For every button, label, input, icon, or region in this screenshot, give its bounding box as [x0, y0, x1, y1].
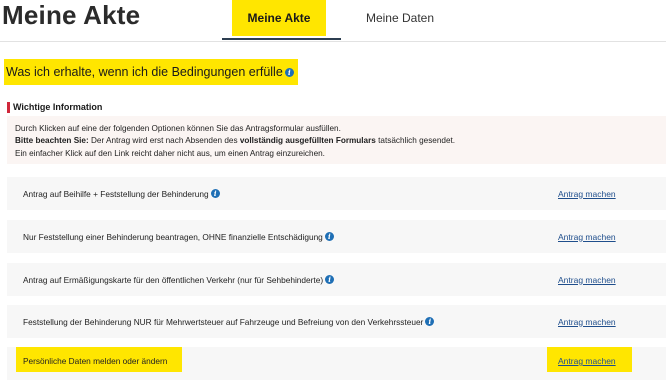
antrag-machen-link[interactable]: Antrag machen — [558, 189, 616, 199]
notice-bold-mid: vollständig ausgefüllten Formulars — [239, 136, 376, 146]
info-icon[interactable]: i — [325, 275, 335, 284]
list-item-label: Feststellung der Behinderung NUR für Meh… — [23, 316, 435, 327]
info-icon[interactable]: i — [284, 67, 294, 77]
header-divider — [0, 41, 666, 42]
list-item-label: Persönliche Daten melden oder ändern — [23, 356, 168, 366]
list-item-text: Antrag auf Beihilfe + Feststellung der B… — [23, 188, 209, 199]
list-item: Nur Feststellung einer Behinderung beant… — [7, 220, 666, 253]
list-item-label: Antrag auf Ermäßigungskarte für den öffe… — [23, 274, 335, 285]
info-icon[interactable]: i — [425, 317, 435, 326]
notice-bold-prefix: Bitte beachten Sie: — [15, 136, 89, 146]
list-item-label: Antrag auf Beihilfe + Feststellung der B… — [23, 189, 220, 199]
notice-line-1: Durch Klicken auf eine der folgenden Opt… — [15, 124, 341, 133]
antrag-machen-link[interactable]: Antrag machen — [558, 317, 616, 327]
notice-line-3: Ein einfacher Klick auf den Link reicht … — [15, 148, 325, 158]
notice-line-2: Bitte beachten Sie: Der Antrag wird erst… — [15, 135, 666, 147]
tab-meine-daten[interactable]: Meine Daten — [352, 0, 448, 36]
list-item: Antrag auf Beihilfe + Feststellung der B… — [7, 177, 666, 210]
page-title: Meine Akte — [2, 0, 141, 30]
list-item-text: Nur Feststellung einer Behinderung beant… — [23, 231, 323, 242]
list-item-text: Antrag auf Ermäßigungskarte für den öffe… — [23, 274, 324, 285]
notice-line-2-mid: Der Antrag wird erst nach Absenden des — [88, 136, 240, 146]
list-item: Antrag auf Ermäßigungskarte für den öffe… — [7, 263, 666, 296]
info-icon[interactable]: i — [210, 189, 220, 198]
antrag-machen-link[interactable]: Antrag machen — [558, 356, 616, 366]
tab-meine-akte[interactable]: Meine Akte — [232, 0, 326, 36]
section-heading-text: Was ich erhalte, wenn ich die Bedingunge… — [6, 65, 283, 79]
info-icon[interactable]: i — [324, 232, 334, 241]
list-item: Feststellung der Behinderung NUR für Meh… — [7, 305, 666, 338]
notice-box: Durch Klicken auf eine der folgenden Opt… — [7, 116, 666, 164]
active-tab-indicator — [222, 38, 341, 40]
antrag-machen-link[interactable]: Antrag machen — [558, 275, 616, 285]
notice-line-2-end: tatsächlich gesendet. — [375, 136, 456, 146]
tab-bar: Meine Akte Meine Daten — [222, 0, 666, 42]
antrag-machen-link[interactable]: Antrag machen — [558, 232, 616, 242]
notice-title: Wichtige Information — [7, 102, 102, 113]
list-item-label: Nur Feststellung einer Behinderung beant… — [23, 232, 334, 242]
section-heading: Was ich erhalte, wenn ich die Bedingunge… — [4, 59, 298, 85]
list-item-text: Feststellung der Behinderung NUR für Meh… — [23, 316, 424, 327]
